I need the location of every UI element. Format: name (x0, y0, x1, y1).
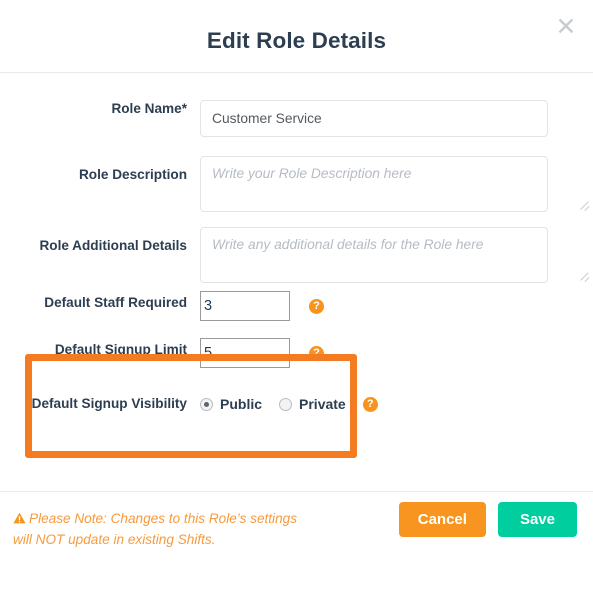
role-name-input[interactable] (200, 100, 548, 137)
field-role-name: Role Name* (0, 100, 593, 137)
modal-body: Role Name* Role Description Role Additio… (0, 73, 593, 491)
radio-dot-public-icon[interactable] (200, 397, 213, 411)
help-icon-staff-required[interactable]: ? (309, 298, 324, 314)
modal-footer: Please Note: Changes to this Role’s sett… (0, 491, 593, 598)
footer-actions: Cancel Save (398, 502, 577, 537)
role-description-label: Role Description (78, 167, 187, 182)
help-icon-signup-visibility[interactable]: ? (362, 396, 378, 412)
role-additional-details-textarea[interactable] (200, 227, 548, 283)
cancel-button[interactable]: Cancel (398, 502, 486, 537)
radio-label-private: Private (299, 396, 346, 412)
footer-note: Please Note: Changes to this Role’s sett… (13, 508, 303, 550)
help-icon-signup-limit[interactable]: ? (309, 345, 324, 361)
warning-triangle-icon (13, 509, 26, 524)
field-default-staff-required: Default Staff Required ? (0, 291, 593, 321)
default-signup-visibility-label: Default Signup Visibility (31, 396, 187, 411)
role-name-label: Role Name* (111, 101, 187, 116)
radio-dot-private-icon[interactable] (279, 397, 293, 411)
default-signup-limit-input[interactable] (200, 338, 290, 368)
radio-option-private[interactable]: Private (279, 396, 346, 412)
resize-handle-icon[interactable] (577, 267, 591, 281)
close-icon[interactable]: ✕ (551, 11, 581, 41)
field-default-signup-limit: Default Signup Limit ? (0, 338, 593, 368)
page-title: Edit Role Details (206, 28, 387, 53)
field-role-additional-details: Role Additional Details (0, 227, 593, 283)
default-signup-limit-label: Default Signup Limit (54, 342, 187, 357)
radio-option-public[interactable]: Public (200, 396, 262, 412)
role-additional-details-label: Role Additional Details (39, 238, 187, 253)
footer-note-text: Please Note: Changes to this Role’s sett… (13, 511, 297, 547)
resize-handle-icon[interactable] (577, 196, 591, 210)
save-button[interactable]: Save (497, 502, 577, 537)
default-staff-required-input[interactable] (200, 291, 290, 321)
default-staff-required-label: Default Staff Required (44, 295, 187, 310)
radio-label-public: Public (220, 396, 263, 412)
field-default-signup-visibility: Default Signup Visibility Public Private… (0, 394, 593, 412)
signup-visibility-radio-group: Public Private ? (200, 394, 593, 412)
role-description-textarea[interactable] (200, 156, 548, 212)
field-role-description: Role Description (0, 156, 593, 212)
modal-header: Edit Role Details ✕ (0, 0, 593, 73)
edit-role-modal: Edit Role Details ✕ Role Name* Role Desc… (0, 0, 593, 598)
